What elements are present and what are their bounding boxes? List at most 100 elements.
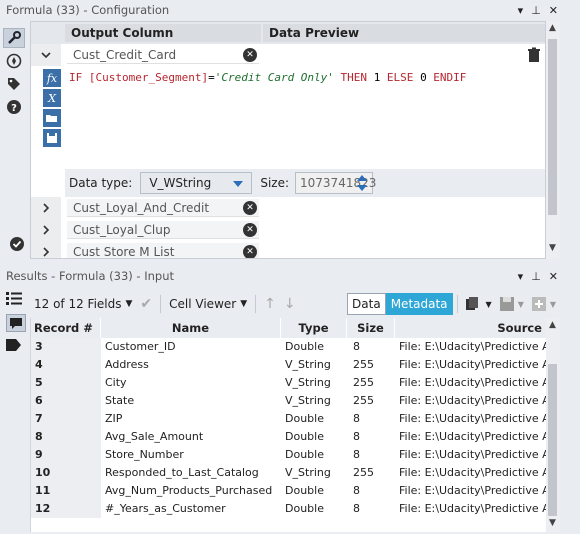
pin-icon[interactable]: ⊥ (531, 4, 541, 17)
name-cell[interactable]: ZIP (103, 410, 281, 428)
remove-field-icon[interactable]: ✕ (243, 201, 257, 215)
compass-icon[interactable] (3, 51, 25, 71)
source-cell[interactable]: File: E:\Udacity\Predictive Ana (397, 464, 546, 482)
record-header[interactable]: Record # (31, 318, 101, 338)
source-cell[interactable]: File: E:\Udacity\Predictive Ana (397, 338, 546, 356)
output-field-input[interactable]: Cust_Credit_Card (67, 46, 259, 64)
record-cell[interactable]: 9 (31, 446, 101, 464)
spin-up-icon[interactable] (357, 175, 368, 181)
metadata-tab[interactable]: Metadata (385, 293, 453, 315)
name-cell[interactable]: Avg_Sale_Amount (103, 428, 281, 446)
output-field-input[interactable]: Cust_Loyal_And_Credit (67, 199, 259, 217)
variable-icon[interactable]: X (43, 89, 61, 107)
record-cell[interactable]: 4 (31, 356, 101, 374)
name-cell[interactable]: Address (103, 356, 281, 374)
record-cell[interactable]: 5 (31, 374, 101, 392)
type-cell[interactable]: Double (283, 446, 347, 464)
record-cell[interactable]: 3 (31, 338, 101, 356)
remove-field-icon[interactable]: ✕ (243, 245, 257, 258)
formula-row-active[interactable]: Cust_Credit_Card ✕ (31, 44, 545, 66)
config-scrollbar[interactable]: ▲ ▼ (546, 21, 560, 259)
size-header[interactable]: Size (347, 318, 395, 338)
source-cell[interactable]: File: E:\Udacity\Predictive Ana (397, 428, 546, 446)
results-scrollbar[interactable]: ▲ ▼ (546, 318, 560, 532)
dropdown-icon[interactable]: ▾ (518, 4, 524, 17)
scroll-down-icon[interactable]: ▼ (549, 243, 556, 253)
table-row[interactable]: 5 City V_String 255 File: E:\Udacity\Predict… (31, 374, 546, 392)
source-cell[interactable]: File: E:\Udacity\Predictive Ana (397, 410, 546, 428)
source-cell[interactable]: File: E:\Udacity\Predictive Ana (397, 446, 546, 464)
size-input[interactable]: 1073741823 (295, 172, 376, 194)
save-icon[interactable] (43, 129, 61, 147)
size-cell[interactable]: 255 (351, 374, 395, 392)
remove-field-icon[interactable]: ✕ (243, 223, 257, 237)
record-cell[interactable]: 8 (31, 428, 101, 446)
table-row[interactable]: 11 Avg_Num_Products_Purchased Double 8 File:… (31, 482, 546, 500)
type-cell[interactable]: V_String (283, 356, 347, 374)
fields-selector[interactable]: 12 of 12 Fields ▼ (30, 297, 136, 311)
cell-viewer-selector[interactable]: Cell Viewer ▼ (165, 297, 251, 311)
formula-row[interactable]: Cust_Loyal_And_Credit ✕ (31, 197, 545, 219)
save-results-icon[interactable]: ▼ (496, 297, 528, 311)
type-cell[interactable]: V_String (283, 464, 347, 482)
data-type-select[interactable]: V_WString (140, 172, 253, 194)
open-folder-icon[interactable] (43, 109, 61, 127)
size-cell[interactable]: 8 (351, 338, 395, 356)
source-cell[interactable]: File: E:\Udacity\Predictive Ana (397, 356, 546, 374)
record-cell[interactable]: 11 (31, 482, 101, 500)
output-field-input[interactable]: Cust_Loyal_Clup (67, 221, 259, 239)
scrollbar-thumb[interactable] (548, 39, 557, 215)
record-cell[interactable]: 10 (31, 464, 101, 482)
pin-icon[interactable]: ⊥ (531, 270, 541, 283)
scrollbar-thumb[interactable] (548, 364, 557, 516)
wrench-icon[interactable] (3, 28, 25, 48)
check-circle-icon[interactable] (6, 234, 28, 254)
scroll-up-icon[interactable]: ▲ (549, 320, 556, 330)
name-cell[interactable]: Responded_to_Last_Catalog (103, 464, 281, 482)
type-cell[interactable]: Double (283, 500, 347, 518)
scroll-down-icon[interactable]: ▼ (549, 518, 556, 528)
name-cell[interactable]: Avg_Num_Products_Purchased (103, 482, 281, 500)
name-header[interactable]: Name (101, 318, 281, 338)
source-cell[interactable]: File: E:\Udacity\Predictive Ana (397, 482, 546, 500)
source-cell[interactable]: File: E:\Udacity\Predictive Ana (397, 392, 546, 410)
record-cell[interactable]: 12 (31, 500, 101, 518)
source-cell[interactable]: File: E:\Udacity\Predictive Ana (397, 374, 546, 392)
table-row[interactable]: 8 Avg_Sale_Amount Double 8 File: E:\Udacity\… (31, 428, 546, 446)
output-field-input[interactable]: Cust Store M List (67, 243, 259, 258)
tag-view-icon[interactable] (6, 338, 26, 355)
type-cell[interactable]: V_String (283, 374, 347, 392)
name-cell[interactable]: Customer_ID (103, 338, 281, 356)
name-cell[interactable]: #_Years_as_Customer (103, 500, 281, 518)
help-icon[interactable]: ? (3, 97, 25, 117)
spin-down-icon[interactable] (357, 185, 368, 191)
table-row[interactable]: 9 Store_Number Double 8 File: E:\Udacity\Pre… (31, 446, 546, 464)
formula-row[interactable]: Cust_Loyal_Clup ✕ (31, 219, 545, 241)
dropdown-icon[interactable]: ▾ (518, 270, 524, 283)
table-row[interactable]: 12 #_Years_as_Customer Double 8 File: E:\Uda… (31, 500, 546, 518)
type-cell[interactable]: Double (283, 428, 347, 446)
close-icon[interactable]: ✕ (549, 270, 558, 283)
expression-editor[interactable]: IF [Customer_Segment]='Credit Card Only'… (65, 68, 545, 168)
type-header[interactable]: Type (281, 318, 347, 338)
copy-icon[interactable]: ▼ (462, 297, 496, 311)
formula-row[interactable]: Cust Store M List ✕ (31, 241, 545, 258)
collapse-toggle[interactable] (31, 44, 61, 66)
data-tab[interactable]: Data (347, 293, 386, 315)
expand-toggle[interactable] (31, 197, 61, 219)
tag-icon[interactable] (3, 74, 25, 94)
add-icon[interactable]: ▼ (528, 297, 560, 311)
size-cell[interactable]: 255 (351, 356, 395, 374)
name-cell[interactable]: Store_Number (103, 446, 281, 464)
size-cell[interactable]: 8 (351, 500, 395, 518)
function-icon[interactable]: fx (43, 69, 61, 87)
name-cell[interactable]: City (103, 374, 281, 392)
name-cell[interactable]: State (103, 392, 281, 410)
scroll-up-icon[interactable]: ▲ (549, 23, 556, 33)
size-cell[interactable]: 8 (351, 428, 395, 446)
table-row[interactable]: 4 Address V_String 255 File: E:\Udacity\Pred… (31, 356, 546, 374)
source-cell[interactable]: File: E:\Udacity\Predictive Ana (397, 500, 546, 518)
expand-toggle[interactable] (31, 241, 61, 258)
table-row[interactable]: 3 Customer_ID Double 8 File: E:\Udacity\Pred… (31, 338, 546, 356)
remove-field-icon[interactable]: ✕ (243, 48, 257, 62)
